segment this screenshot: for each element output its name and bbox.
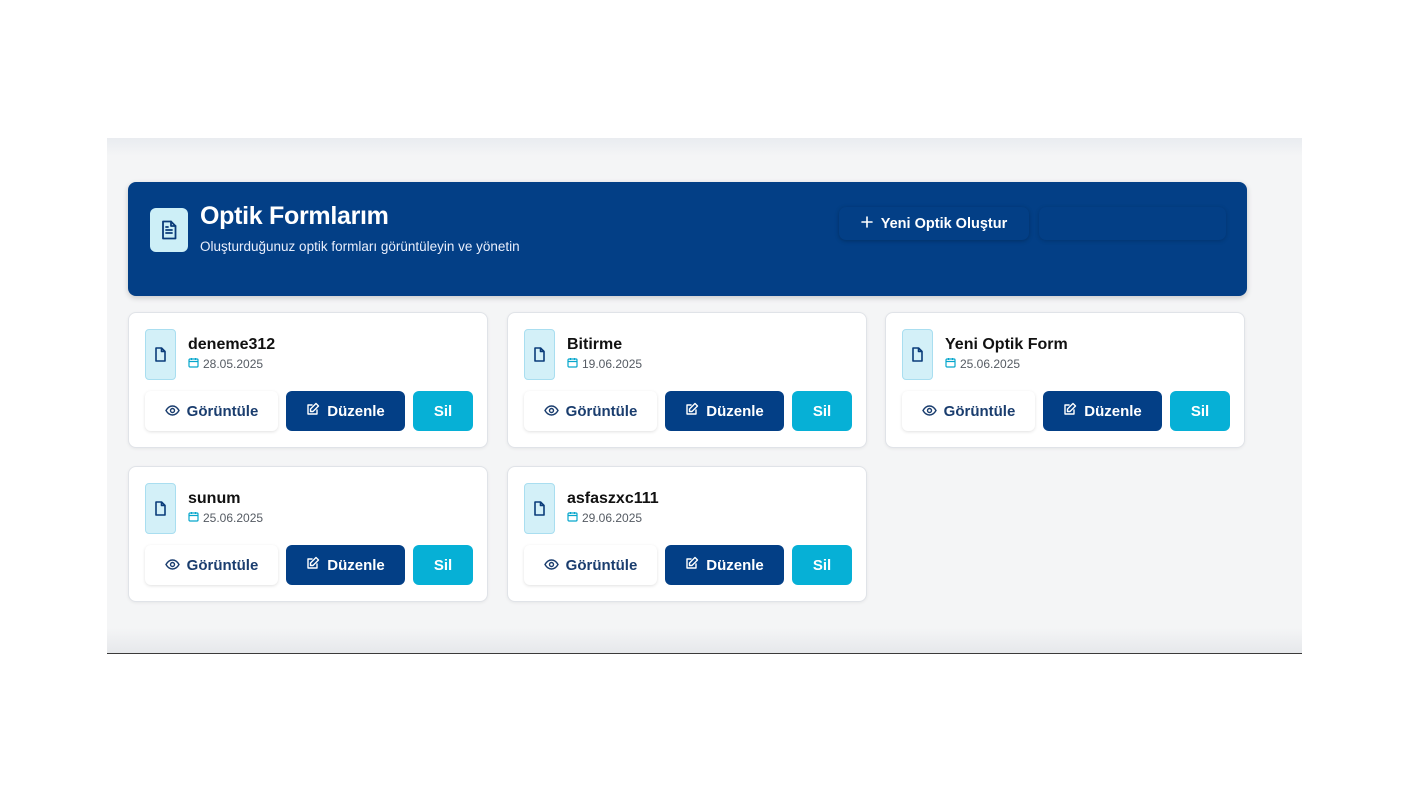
main-content: Optik Formlarım Oluşturduğunuz optik for… — [107, 138, 1302, 654]
edit-button[interactable]: Düzenle — [1043, 391, 1162, 431]
edit-icon — [685, 556, 699, 574]
form-date: 29.06.2025 — [567, 511, 642, 525]
view-button-label: Görüntüle — [186, 402, 259, 420]
form-card: Yeni Optik Form 25.06.2025 Görüntüle Düz… — [885, 312, 1245, 448]
edit-icon — [1063, 402, 1077, 420]
form-date: 25.06.2025 — [945, 357, 1020, 371]
edit-button-label: Düzenle — [327, 556, 385, 574]
page-subtitle: Oluşturduğunuz optik formları görüntüley… — [200, 239, 520, 254]
file-icon — [524, 329, 555, 380]
calendar-icon — [567, 357, 578, 371]
delete-button-label: Sil — [812, 402, 832, 420]
form-card: sunum 25.06.2025 Görüntüle Düzenle Sil — [128, 466, 488, 602]
view-button-label: Görüntüle — [565, 402, 638, 420]
delete-button-label: Sil — [433, 556, 453, 574]
edit-button[interactable]: Düzenle — [286, 391, 405, 431]
view-button-label: Görüntüle — [943, 402, 1016, 420]
eye-icon — [921, 403, 937, 420]
form-date: 28.05.2025 — [188, 357, 263, 371]
calendar-icon — [188, 511, 199, 525]
edit-button-label: Düzenle — [1084, 402, 1142, 420]
eye-icon — [164, 557, 180, 574]
new-optic-button-label: Yeni Optik Oluştur — [880, 215, 1008, 232]
edit-button-label: Düzenle — [706, 402, 764, 420]
form-date-text: 25.06.2025 — [203, 511, 264, 525]
form-date: 25.06.2025 — [188, 511, 263, 525]
view-button-label: Görüntüle — [186, 556, 259, 574]
file-icon — [902, 329, 933, 380]
form-name: asfaszxc111 — [567, 490, 659, 507]
view-button[interactable]: Görüntüle — [902, 391, 1035, 431]
edit-button-label: Düzenle — [706, 556, 764, 574]
calendar-icon — [567, 511, 578, 525]
edit-icon — [306, 556, 320, 574]
view-button[interactable]: Görüntüle — [524, 391, 657, 431]
new-optic-button[interactable]: Yeni Optik Oluştur — [839, 207, 1029, 240]
delete-button[interactable]: Sil — [413, 545, 473, 585]
plus-icon — [860, 215, 873, 232]
form-date-text: 19.06.2025 — [582, 357, 643, 371]
delete-button-label: Sil — [1190, 402, 1210, 420]
edit-button[interactable]: Düzenle — [665, 391, 784, 431]
form-name: Bitirme — [567, 336, 623, 353]
form-date: 19.06.2025 — [567, 357, 642, 371]
delete-button-label: Sil — [812, 556, 832, 574]
form-date-text: 25.06.2025 — [960, 357, 1021, 371]
page-title: Optik Formlarım — [200, 202, 389, 230]
form-name: deneme312 — [188, 336, 276, 353]
calendar-icon — [188, 357, 199, 371]
form-date-text: 28.05.2025 — [203, 357, 264, 371]
edit-icon — [306, 402, 320, 420]
page-header: Optik Formlarım Oluşturduğunuz optik for… — [128, 182, 1247, 296]
form-name: sunum — [188, 490, 241, 507]
view-button[interactable]: Görüntüle — [524, 545, 657, 585]
edit-icon — [685, 402, 699, 420]
form-card: asfaszxc111 29.06.2025 Görüntüle Düzenle… — [507, 466, 867, 602]
delete-button[interactable]: Sil — [413, 391, 473, 431]
calendar-icon — [945, 357, 956, 371]
delete-button[interactable]: Sil — [792, 545, 852, 585]
view-button[interactable]: Görüntüle — [145, 391, 278, 431]
file-icon — [145, 329, 176, 380]
file-icon — [145, 483, 176, 534]
document-icon — [150, 208, 188, 252]
edit-button-label: Düzenle — [327, 402, 385, 420]
header-secondary-button[interactable] — [1039, 207, 1226, 240]
view-button-label: Görüntüle — [565, 556, 638, 574]
view-button[interactable]: Görüntüle — [145, 545, 278, 585]
form-card: Bitirme 19.06.2025 Görüntüle Düzenle Sil — [507, 312, 867, 448]
eye-icon — [543, 403, 559, 420]
eye-icon — [164, 403, 180, 420]
delete-button[interactable]: Sil — [1170, 391, 1230, 431]
edit-button[interactable]: Düzenle — [286, 545, 405, 585]
delete-button[interactable]: Sil — [792, 391, 852, 431]
eye-icon — [543, 557, 559, 574]
edit-button[interactable]: Düzenle — [665, 545, 784, 585]
form-name: Yeni Optik Form — [945, 336, 1068, 353]
delete-button-label: Sil — [433, 402, 453, 420]
form-date-text: 29.06.2025 — [582, 511, 643, 525]
file-icon — [524, 483, 555, 534]
form-card: deneme312 28.05.2025 Görüntüle Düzenle S… — [128, 312, 488, 448]
